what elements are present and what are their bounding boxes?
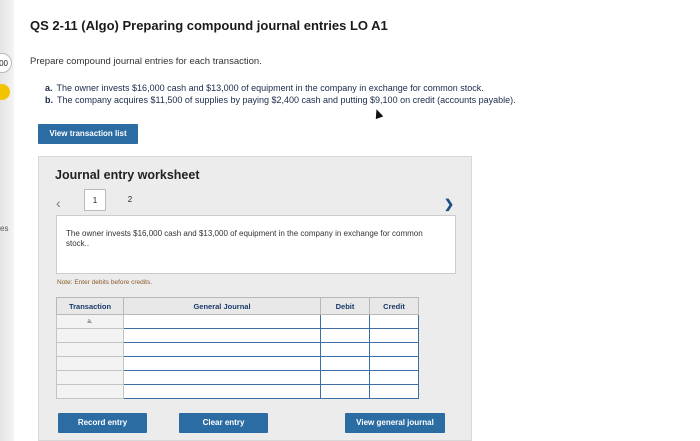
transaction-cell: [56, 328, 124, 343]
side-label: es: [0, 224, 9, 233]
table-row: [56, 370, 419, 385]
transaction-cell: [56, 384, 124, 399]
debit-input[interactable]: [320, 384, 370, 399]
clear-entry-button[interactable]: Clear entry: [179, 413, 268, 433]
note-text: Note: Enter debits before credits.: [57, 279, 153, 286]
account-input[interactable]: [123, 342, 321, 357]
status-dot-icon[interactable]: [0, 84, 10, 100]
column-header-transaction: Transaction: [56, 297, 124, 315]
transaction-list: a. The owner invests $16,000 cash and $13…: [45, 83, 516, 106]
debit-input[interactable]: [320, 356, 370, 371]
debit-input[interactable]: [320, 342, 370, 357]
column-header-debit: Debit: [320, 297, 370, 315]
account-input[interactable]: [123, 314, 321, 329]
transaction-cell: [56, 342, 124, 357]
account-input[interactable]: [123, 384, 321, 399]
instruction-text: Prepare compound journal entries for eac…: [30, 56, 262, 67]
table-row: [56, 384, 419, 399]
transaction-description-box: The owner invests $16,000 cash and $13,0…: [56, 215, 456, 274]
transaction-cell: [56, 356, 124, 371]
view-transaction-list-button[interactable]: View transaction list: [38, 124, 138, 144]
credit-input[interactable]: [369, 356, 419, 371]
credit-input[interactable]: [369, 370, 419, 385]
transaction-cell: a.: [56, 314, 124, 329]
credit-input[interactable]: [369, 328, 419, 343]
transaction-cell: [56, 370, 124, 385]
worksheet-title: Journal entry worksheet: [55, 168, 200, 182]
mouse-cursor-icon: [372, 107, 384, 120]
record-entry-button[interactable]: Record entry: [58, 413, 147, 433]
table-row: [56, 356, 419, 371]
debit-input[interactable]: [320, 314, 370, 329]
chevron-left-icon[interactable]: ‹: [56, 195, 61, 211]
column-header-general-journal: General Journal: [123, 297, 321, 315]
credit-input[interactable]: [369, 314, 419, 329]
debit-input[interactable]: [320, 370, 370, 385]
view-general-journal-button[interactable]: View general journal: [345, 413, 445, 433]
credit-input[interactable]: [369, 384, 419, 399]
score-badge[interactable]: 00: [0, 53, 12, 73]
table-row: [56, 328, 419, 343]
table-row: [56, 342, 419, 357]
transaction-text: The company acquires $11,500 of supplies…: [57, 94, 516, 105]
left-edge-panel: 00 es: [0, 0, 14, 441]
transaction-description: The owner invests $16,000 cash and $13,0…: [66, 229, 423, 248]
credit-input[interactable]: [369, 342, 419, 357]
account-input[interactable]: [123, 328, 321, 343]
debit-input[interactable]: [320, 328, 370, 343]
column-header-credit: Credit: [369, 297, 419, 315]
account-input[interactable]: [123, 370, 321, 385]
account-input[interactable]: [123, 356, 321, 371]
transaction-item: b. The company acquires $11,500 of suppli…: [45, 95, 516, 107]
transaction-item: a. The owner invests $16,000 cash and $13…: [45, 83, 516, 95]
transaction-letter: b.: [45, 94, 53, 105]
chevron-right-icon[interactable]: ❯: [444, 197, 454, 211]
transaction-text: The owner invests $16,000 cash and $13,0…: [56, 83, 484, 93]
page-title: QS 2-11 (Algo) Preparing compound journa…: [30, 18, 388, 33]
general-journal-table: Transaction General Journal Debit Credit…: [56, 297, 419, 399]
transaction-letter: a.: [45, 83, 53, 93]
tab-1[interactable]: 1: [84, 189, 106, 211]
tab-2[interactable]: 2: [119, 189, 141, 211]
journal-entry-worksheet: Journal entry worksheet ‹ 1 2 ❯ The owne…: [38, 156, 472, 441]
table-row: a.: [56, 314, 419, 329]
